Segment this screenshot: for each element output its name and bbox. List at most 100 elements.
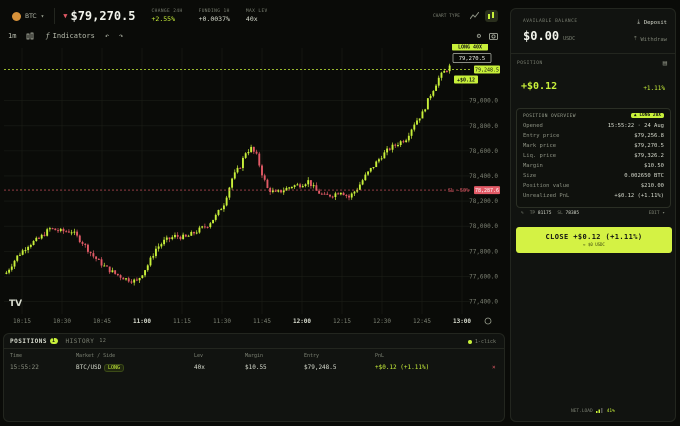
candle-body — [320, 193, 323, 195]
candle-body — [252, 146, 255, 152]
candle-body — [51, 228, 54, 230]
candle-chart-icon[interactable] — [485, 10, 498, 22]
candle-body — [149, 257, 152, 266]
candle-body — [307, 180, 310, 185]
candle-body — [43, 234, 46, 236]
candle-body — [203, 226, 206, 228]
candle-body — [97, 258, 100, 260]
market-selector[interactable]: BTC ▾ — [12, 8, 56, 24]
candle-body — [201, 226, 204, 228]
candle-body — [146, 265, 149, 271]
chart-type-selector: CHART TYPE — [433, 10, 498, 22]
candle-body — [116, 273, 119, 276]
y-tick-label: 77,400.0 — [469, 298, 498, 305]
maxlev-value: 40x — [245, 15, 258, 23]
candle-body — [282, 190, 285, 193]
candle-body — [407, 135, 410, 141]
liq-label: SL -50% — [448, 188, 469, 194]
pencil-icon[interactable]: ✎ — [521, 211, 524, 216]
maxlev-stat: MAX LEV 40x — [246, 9, 268, 23]
settings-icon[interactable]: ⚙ — [477, 32, 481, 40]
download-icon: ⤓ — [637, 19, 640, 25]
line-chart-icon[interactable] — [468, 10, 481, 22]
candle-body — [84, 243, 87, 245]
candle-body — [122, 277, 125, 280]
candle-body — [247, 151, 250, 154]
funding-value: +0.0037% — [198, 15, 230, 23]
candles-settings-icon[interactable] — [26, 32, 35, 41]
candle-body — [152, 256, 155, 258]
deposit-button[interactable]: ⤓ Deposit — [637, 19, 667, 26]
candle-body — [239, 167, 242, 169]
col-market-side: Market / Side — [76, 353, 116, 359]
y-tick-label: 78,200.0 — [469, 198, 498, 205]
candle-body — [212, 219, 214, 224]
candle-body — [377, 159, 380, 162]
candle-body — [62, 228, 65, 232]
tab-positions[interactable]: POSITIONS 1 — [10, 338, 58, 345]
candle-body — [86, 244, 89, 252]
candle-body — [144, 270, 147, 276]
candle-body — [299, 184, 302, 188]
table-row[interactable]: 15:55:22 BTC/USD LONG 40x $10.55 $79,248… — [4, 364, 504, 374]
close-position-icon[interactable]: × — [492, 364, 496, 371]
balance-value-wrap: $0.00 USDC — [523, 29, 575, 43]
overview-title: POSITION OVERVIEW — [523, 114, 576, 119]
candle-body — [380, 158, 383, 160]
x-tick-label: 11:00 — [133, 318, 151, 325]
row-market: BTC/USD — [76, 364, 102, 371]
edit-tpsl-button[interactable]: EDIT ▾ — [649, 211, 665, 216]
candle-body — [388, 148, 391, 150]
candle-body — [32, 240, 35, 245]
tab-history[interactable]: HISTORY 12 — [66, 338, 109, 345]
y-tick-label: 78,800.0 — [469, 123, 498, 130]
candle-body — [375, 161, 378, 168]
row-time: 15:55:22 — [10, 364, 39, 371]
calculator-icon[interactable]: ▤ — [663, 59, 667, 67]
x-tick-label: 12:45 — [413, 318, 431, 325]
price-chart[interactable]: 79,000.0 78,800.0 78,600.0 78,400.0 78,200.0… — [0, 44, 504, 332]
candle-body — [187, 235, 190, 237]
pnl-tag-text: +$0.12 — [457, 78, 475, 84]
candle-body — [236, 167, 239, 173]
position-pnl-pct: +1.11% — [643, 85, 665, 92]
close-position-button[interactable]: CLOSE +$0.12 (+1.11%) ≈ $0 USDC — [516, 227, 672, 253]
positions-table-header: Time Market / Side Lev Margin Entry PnL — [4, 353, 504, 361]
candle-body — [244, 153, 247, 158]
overview-row: Unrealized PnL +$0.12 (+1.11%) — [523, 193, 664, 199]
indicators-button[interactable]: ƒ Indicators — [45, 32, 94, 40]
candle-body — [67, 231, 70, 233]
candle-body — [130, 281, 133, 283]
tp-label: TP — [529, 211, 536, 216]
candle-body — [160, 244, 163, 247]
candle-body — [27, 246, 30, 251]
candle-body — [418, 118, 421, 121]
interval-selector[interactable]: 1m — [8, 32, 16, 40]
x-tick-label: 13:00 — [453, 318, 471, 325]
candle-body — [312, 185, 315, 187]
candle-body — [255, 151, 258, 154]
candle-body — [19, 254, 21, 256]
market-symbol: BTC — [25, 12, 37, 20]
overview-row: Liq. price $79,326.2 — [523, 153, 664, 159]
redo-icon[interactable]: ↷ — [119, 32, 123, 40]
funding-label: FUNDING 1H — [198, 9, 230, 14]
btc-coin-icon — [12, 11, 21, 21]
one-click-toggle[interactable]: 1-click — [467, 339, 496, 345]
position-label: POSITION — [517, 61, 543, 66]
undo-icon[interactable]: ↶ — [105, 32, 109, 40]
candle-body — [13, 260, 16, 267]
candle-body — [429, 95, 432, 99]
camera-icon[interactable] — [489, 32, 498, 40]
candle-body — [76, 231, 79, 236]
x-tick-label: 11:45 — [253, 318, 271, 325]
withdraw-button[interactable]: ⤒ Withdraw — [634, 36, 667, 43]
tp-value: 81175 — [537, 211, 552, 216]
change-label: CHANGE 24H — [151, 9, 183, 14]
candle-body — [57, 230, 59, 232]
candle-body — [304, 184, 307, 187]
candle-body — [24, 250, 27, 252]
candlestick-chart[interactable]: 79,000.0 78,800.0 78,600.0 78,400.0 78,200.0… — [0, 44, 504, 332]
candle-body — [38, 237, 40, 239]
long-tag-text: LONG 40X — [458, 45, 482, 51]
